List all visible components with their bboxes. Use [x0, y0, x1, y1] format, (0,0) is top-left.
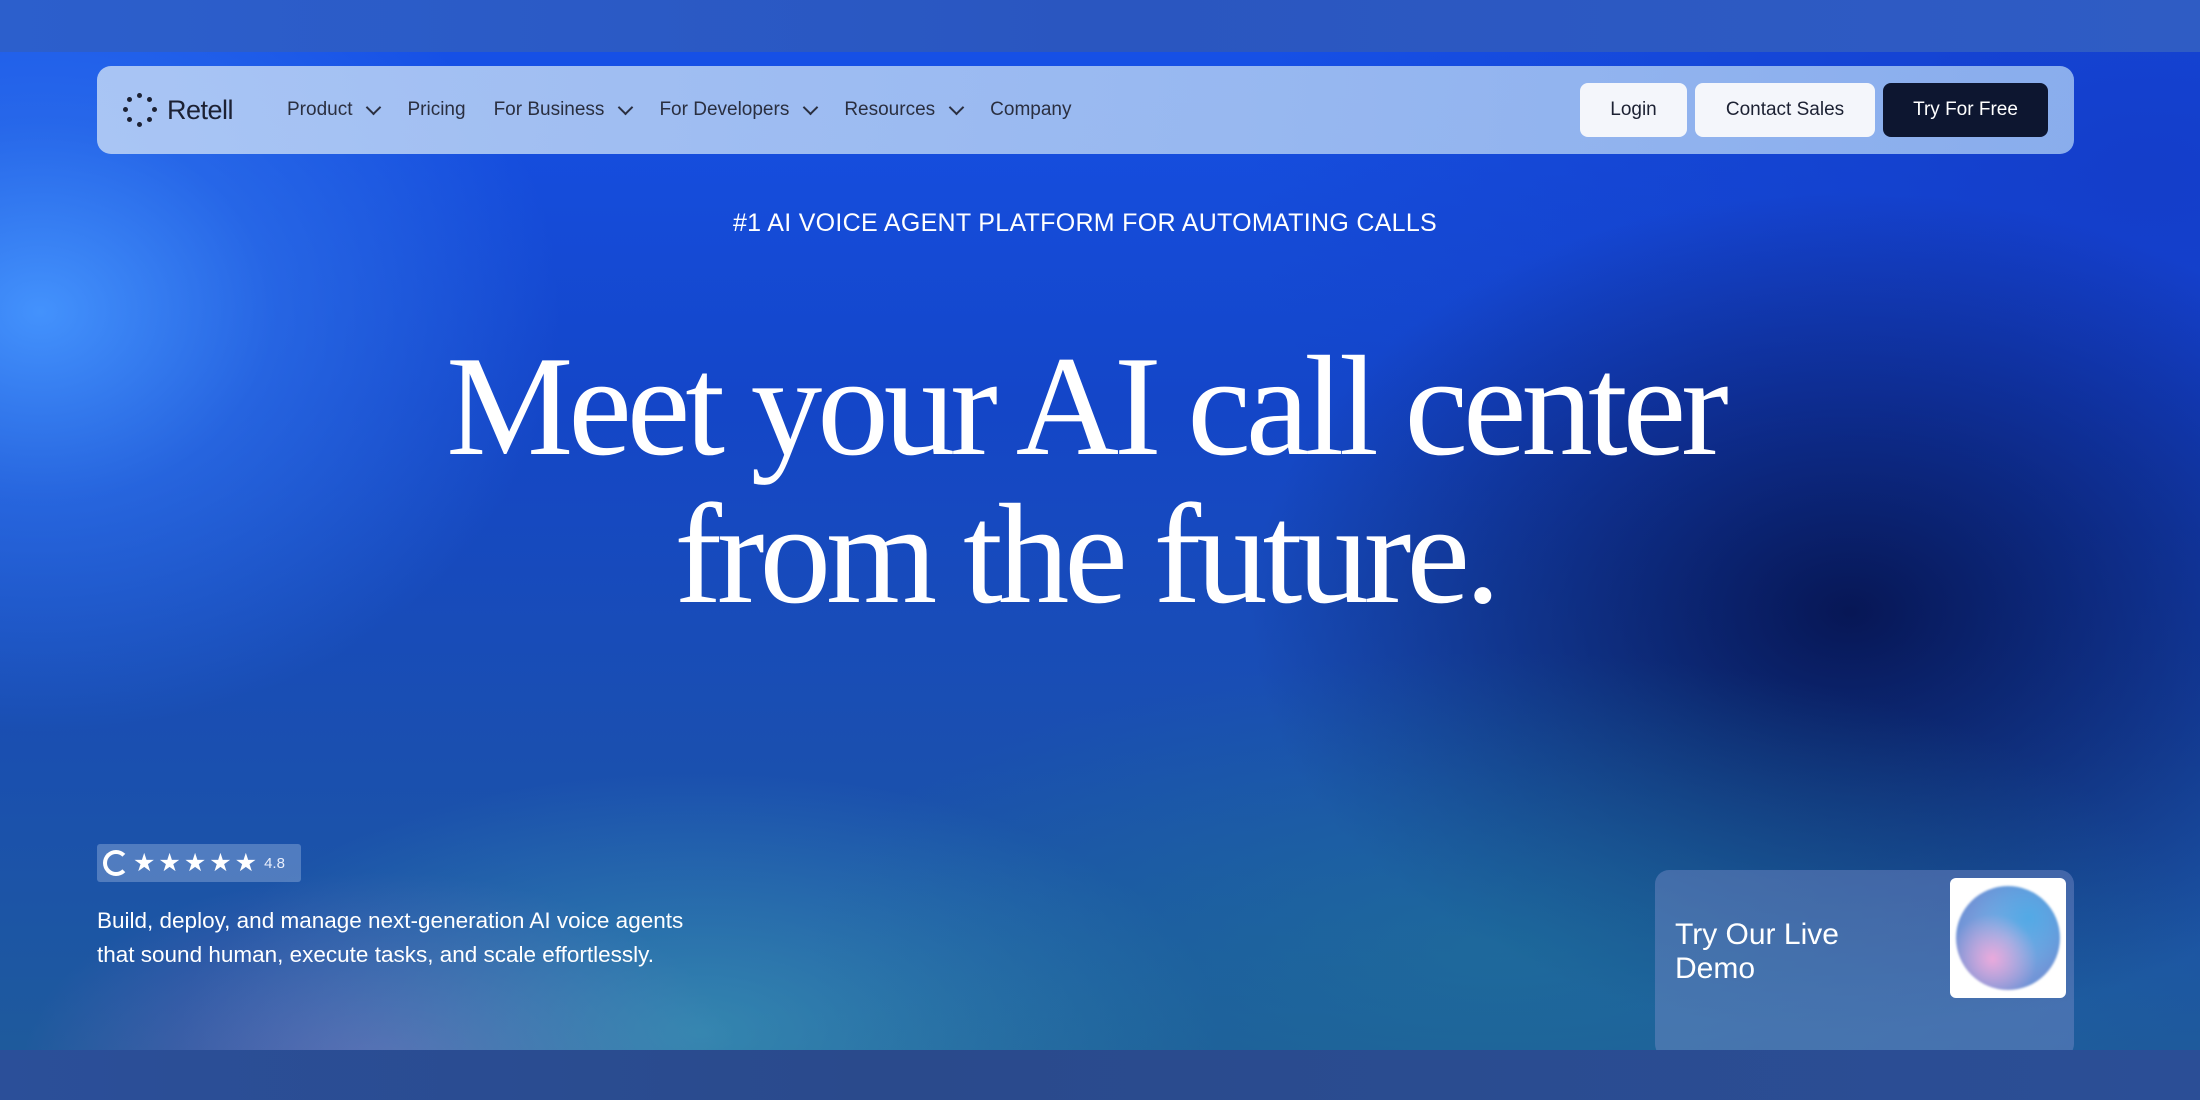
nav-menu: Product Pricing For Business For Develop…: [287, 66, 1099, 154]
chevron-down-icon: [803, 99, 819, 115]
frame-top-band: [0, 0, 2200, 52]
star-rating-icons: ★★★★★: [133, 849, 261, 877]
contact-sales-button[interactable]: Contact Sales: [1695, 83, 1875, 137]
nav-item-label: For Developers: [659, 99, 790, 120]
frame-bottom-band: [0, 1050, 2200, 1100]
logo[interactable]: Retell: [123, 92, 234, 128]
chevron-down-icon: [366, 99, 382, 115]
logo-text: Retell: [167, 94, 234, 125]
nav-item-product[interactable]: Product: [287, 99, 382, 121]
nav-actions: Login Contact Sales Try For Free: [1572, 82, 2048, 138]
nav-item-company[interactable]: Company: [990, 99, 1071, 121]
hero-subtext: Build, deploy, and manage next-generatio…: [97, 908, 684, 967]
nav-item-pricing[interactable]: Pricing: [407, 99, 465, 121]
g2-icon: [103, 850, 129, 876]
nav-item-label: Product: [287, 99, 353, 120]
hero-section: Retell Product Pricing For Business For …: [0, 52, 2200, 1050]
nav-item-label: Company: [990, 99, 1072, 120]
rating-score: 4.8: [264, 854, 285, 872]
nav-item-label: Resources: [844, 99, 936, 120]
live-demo-card[interactable]: Try Our Live Demo: [1655, 870, 2074, 1050]
nav-item-for-business[interactable]: For Business: [493, 99, 634, 121]
hero-headline: Meet your AI call center from the future…: [0, 332, 2170, 628]
headline-line-1: Meet your AI call center: [446, 327, 1729, 485]
navbar: Retell Product Pricing For Business For …: [97, 66, 2074, 154]
rating-badge[interactable]: ★★★★★ 4.8: [97, 844, 301, 882]
voice-orb-icon: [1956, 886, 2060, 990]
try-for-free-button[interactable]: Try For Free: [1883, 83, 2048, 137]
nav-item-label: Pricing: [407, 99, 466, 120]
demo-thumbnail: [1950, 878, 2066, 998]
chevron-down-icon: [618, 99, 634, 115]
nav-item-label: For Business: [493, 99, 605, 120]
hero-eyebrow: #1 AI VOICE AGENT PLATFORM FOR AUTOMATIN…: [732, 209, 1438, 237]
retell-logo-icon: [123, 93, 157, 127]
live-demo-label: Try Our Live Demo: [1675, 918, 1839, 985]
login-button[interactable]: Login: [1580, 83, 1687, 137]
chevron-down-icon: [948, 99, 965, 115]
nav-item-for-developers[interactable]: For Developers: [659, 99, 819, 121]
headline-line-2: from the future.: [674, 475, 1500, 633]
nav-item-resources[interactable]: Resources: [844, 99, 965, 121]
